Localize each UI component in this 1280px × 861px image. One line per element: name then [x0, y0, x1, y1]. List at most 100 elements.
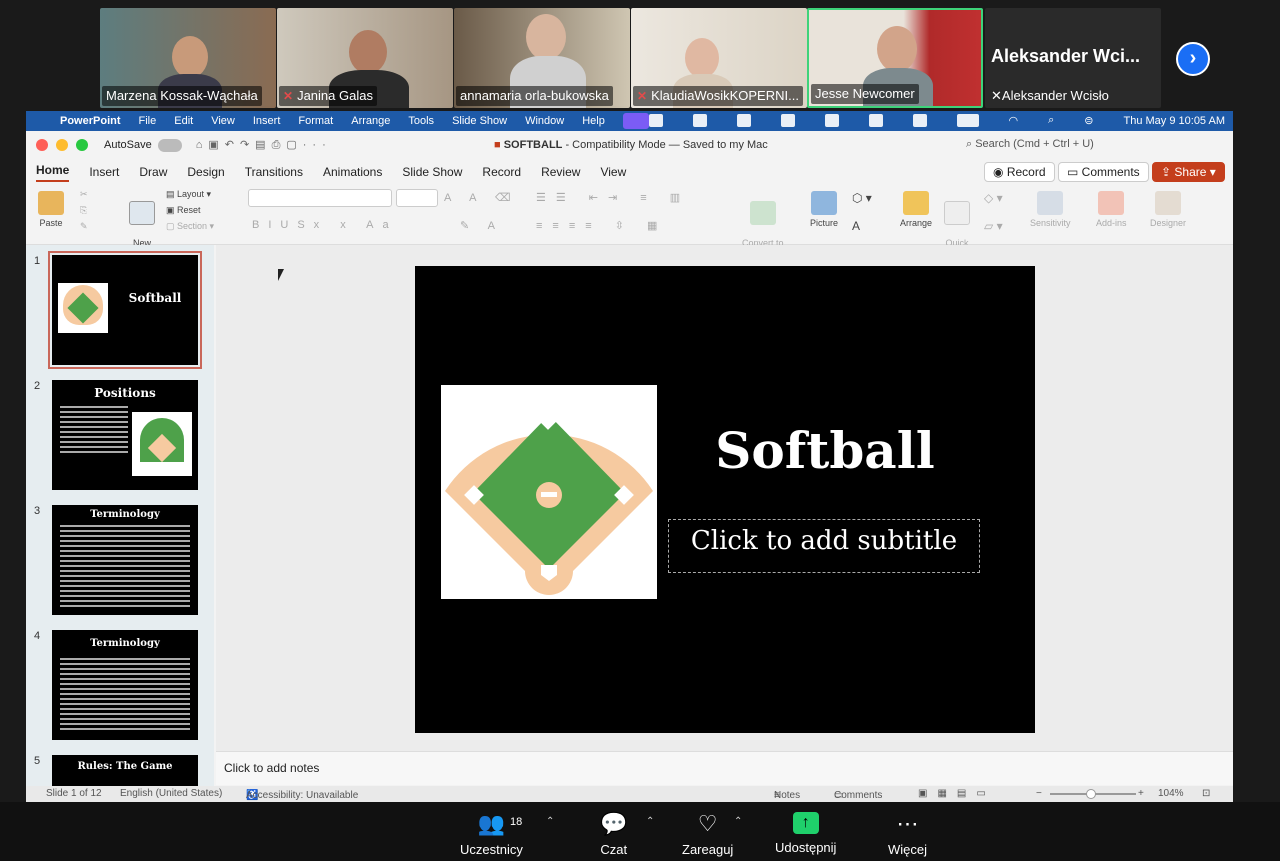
paste-button[interactable]: Paste — [38, 191, 64, 228]
sensitivity-button[interactable]: Sensitivity — [1030, 191, 1071, 228]
chevron-up-icon[interactable]: ⌃ — [546, 816, 554, 827]
next-page-button[interactable]: › — [1176, 42, 1210, 76]
battery-icon[interactable] — [956, 114, 979, 127]
minimize-window-button[interactable] — [56, 139, 68, 151]
share-screen-button[interactable]: ↑ Udostępnij — [775, 812, 836, 855]
slide-thumbnail[interactable]: 3 Terminology — [34, 505, 198, 615]
view-mode-buttons[interactable]: ▣▦▤▭ — [918, 788, 996, 799]
share-button[interactable]: ⇪ Share ▾ — [1152, 162, 1225, 182]
tab-record[interactable]: Record — [482, 165, 521, 179]
zoom-out-button[interactable]: − — [1036, 788, 1042, 799]
participant-tile[interactable]: ✕ KlaudiaWosikKOPERNI... — [631, 8, 807, 108]
notes-pane[interactable]: Click to add notes — [216, 751, 1233, 785]
zoom-in-button[interactable]: + — [1138, 788, 1144, 799]
search-box[interactable]: ⌕ Search (Cmd + Ctrl + U) — [966, 138, 1094, 151]
current-slide[interactable]: Softball Click to add subtitle — [415, 266, 1035, 733]
cut-icon[interactable]: ✂ — [80, 189, 88, 200]
shape-fill-icon[interactable]: ◇ ▾ — [984, 191, 1003, 205]
menu-slide-show[interactable]: Slide Show — [452, 115, 507, 127]
record-button[interactable]: ◉ Record — [984, 162, 1055, 182]
screen-share-icon[interactable] — [622, 113, 649, 129]
textbox-icon[interactable]: A — [852, 219, 860, 233]
fit-slide-icon[interactable]: ⊡ — [1202, 788, 1210, 799]
menu-insert[interactable]: Insert — [253, 115, 281, 127]
zoom-level[interactable]: 104% — [1158, 788, 1184, 799]
more-button[interactable]: ⋯ Więcej — [888, 812, 927, 858]
status-icon[interactable] — [868, 114, 883, 127]
status-icon[interactable] — [736, 114, 751, 127]
status-icon[interactable] — [824, 114, 839, 127]
subtitle-placeholder[interactable]: Click to add subtitle — [668, 519, 980, 573]
arrange-button[interactable]: Arrange — [900, 191, 932, 228]
datetime[interactable]: Thu May 9 10:05 AM — [1124, 115, 1226, 127]
slide-editor[interactable]: Softball Click to add subtitle — [216, 245, 1233, 751]
chevron-up-icon[interactable]: ⌃ — [646, 816, 654, 827]
comments-button[interactable]: ▭ Comments — [1058, 162, 1149, 182]
participants-button[interactable]: 👥 Uczestnicy 18 ⌃ — [460, 812, 554, 858]
slide-thumbnail[interactable]: 4 Terminology — [34, 630, 198, 740]
font-name-dropdown[interactable] — [248, 189, 392, 207]
menu-window[interactable]: Window — [525, 115, 564, 127]
menu-format[interactable]: Format — [298, 115, 333, 127]
font-color-icons[interactable]: ✎ A — [460, 219, 503, 232]
menu-view[interactable]: View — [211, 115, 235, 127]
shapes-icon[interactable]: ⬡ ▾ — [852, 191, 872, 205]
font-style-icons[interactable]: BIUSx x Aa — [252, 219, 398, 231]
format-painter-icon[interactable]: ✎ — [80, 221, 88, 232]
slide-thumbnail[interactable]: 5 Rules: The Game — [34, 755, 198, 786]
tab-transitions[interactable]: Transitions — [245, 165, 303, 179]
cloud-icon[interactable] — [780, 114, 795, 127]
tab-slide-show[interactable]: Slide Show — [402, 165, 462, 179]
participant-tile-active[interactable]: Jesse Newcomer — [807, 8, 983, 108]
add-ins-button[interactable]: Add-ins — [1096, 191, 1127, 228]
participant-tile[interactable]: annamaria orla-bukowska — [454, 8, 630, 108]
picture-button[interactable]: Picture — [810, 191, 838, 228]
layout-button[interactable]: ▤ Layout ▾ — [166, 189, 211, 200]
chat-button[interactable]: 💬 Czat ⌃ — [600, 812, 654, 858]
font-size-dropdown[interactable] — [396, 189, 438, 207]
participant-tile-no-video[interactable]: Aleksander Wci... ✕Aleksander Wcisło — [985, 8, 1161, 108]
copy-icon[interactable]: ⎘ — [80, 205, 87, 216]
tab-home[interactable]: Home — [36, 163, 70, 182]
tab-design[interactable]: Design — [187, 165, 224, 179]
quick-access-icons[interactable]: ⌂▣↶↷▤⎙▢··· — [196, 138, 332, 152]
close-window-button[interactable] — [36, 139, 48, 151]
font-size-icons[interactable]: A A ⌫ — [444, 191, 519, 204]
slide-title[interactable]: Softball — [685, 421, 965, 480]
status-icon[interactable] — [912, 114, 927, 127]
participant-tile[interactable]: Marzena Kossak-Wąchała — [100, 8, 276, 108]
chevron-up-icon[interactable]: ⌃ — [734, 816, 742, 827]
slide-thumbnail[interactable]: 1 Softball — [34, 251, 202, 369]
participant-tile[interactable]: ✕ Janina Galas — [277, 8, 453, 108]
slide-thumbnail[interactable]: 2 Positions — [34, 380, 198, 490]
tab-insert[interactable]: Insert — [89, 165, 119, 179]
menu-file[interactable]: File — [139, 115, 157, 127]
designer-button[interactable]: Designer — [1150, 191, 1186, 228]
reset-button[interactable]: ▣ Reset — [166, 205, 201, 216]
status-icon[interactable] — [692, 114, 707, 127]
align-icons[interactable]: ≡≡≡≡ ⇳ ▦ — [536, 219, 667, 232]
menu-arrange[interactable]: Arrange — [351, 115, 390, 127]
wifi-icon[interactable]: ◠ — [1009, 114, 1019, 127]
tab-review[interactable]: Review — [541, 165, 580, 179]
zoom-window-button[interactable] — [76, 139, 88, 151]
tab-view[interactable]: View — [600, 165, 626, 179]
tab-animations[interactable]: Animations — [323, 165, 382, 179]
zoom-slider-handle[interactable] — [1086, 789, 1096, 799]
autosave-toggle[interactable] — [157, 138, 182, 152]
language-indicator[interactable]: English (United States) — [120, 788, 222, 799]
tab-draw[interactable]: Draw — [139, 165, 167, 179]
search-icon[interactable]: ⌕ — [1048, 114, 1054, 127]
control-center-icon[interactable]: ⊜ — [1084, 114, 1093, 127]
softball-field-image[interactable] — [441, 385, 657, 599]
status-icon[interactable] — [648, 114, 663, 127]
menu-edit[interactable]: Edit — [174, 115, 193, 127]
menu-tools[interactable]: Tools — [408, 115, 434, 127]
react-button[interactable]: ♡ Zareaguj ⌃ — [682, 812, 742, 858]
document-title[interactable]: ■ SOFTBALL - Compatibility Mode — Saved … — [494, 139, 768, 151]
list-icons[interactable]: ☰☰ ⇤⇥ ≡ ▥ — [536, 191, 690, 204]
menu-app-name[interactable]: PowerPoint — [60, 115, 121, 127]
section-button[interactable]: ▢ Section ▾ — [166, 221, 214, 232]
menu-help[interactable]: Help — [582, 115, 605, 127]
shape-outline-icon[interactable]: ▱ ▾ — [984, 219, 1003, 233]
